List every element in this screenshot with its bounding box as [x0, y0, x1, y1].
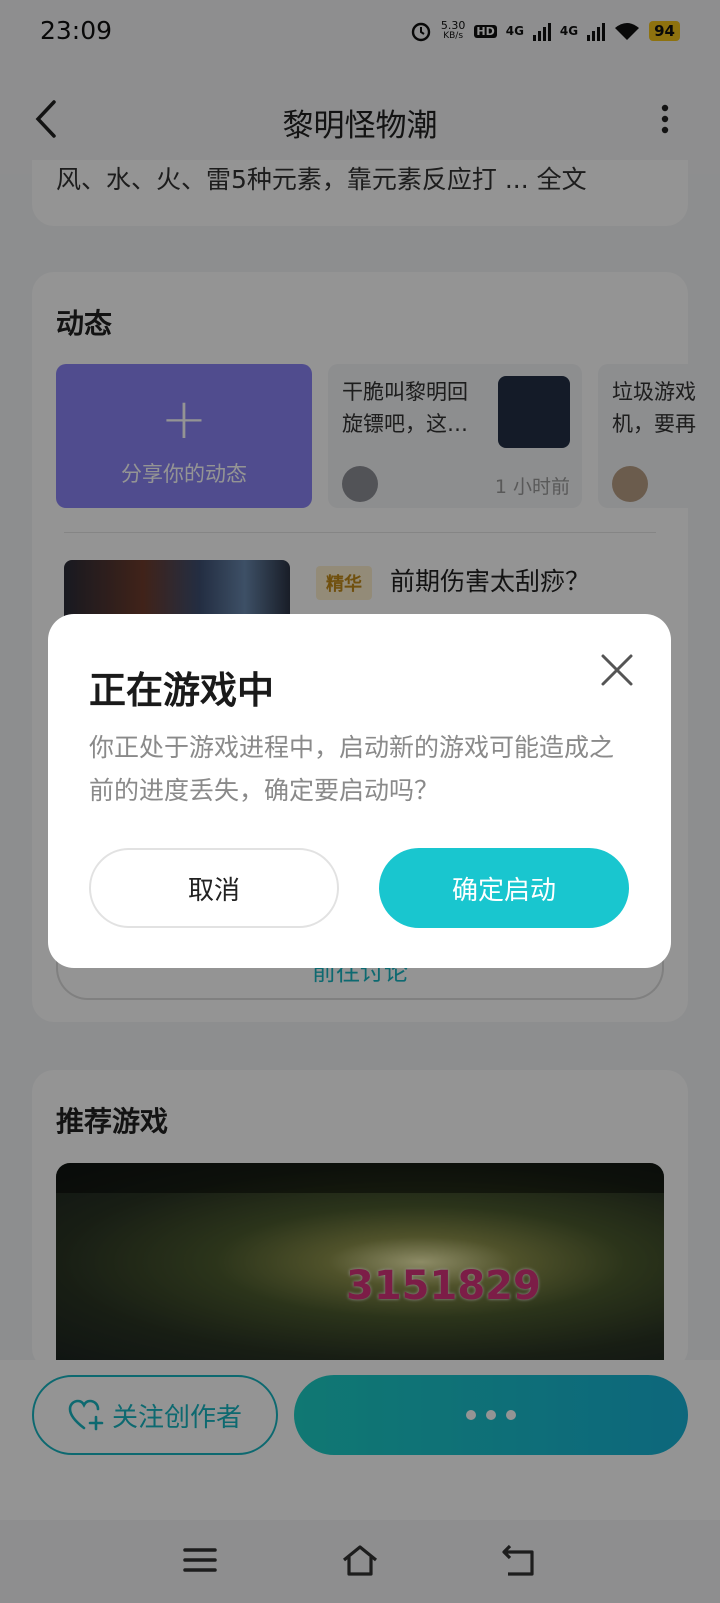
confirm-launch-button[interactable]: 确定启动: [379, 848, 629, 928]
cancel-button[interactable]: 取消: [89, 848, 339, 928]
dialog-title: 正在游戏中: [89, 669, 274, 712]
close-icon[interactable]: [599, 652, 635, 688]
dialog-message: 你正处于游戏进程中，启动新的游戏可能造成之前的进度丢失，确定要启动吗？: [89, 733, 615, 805]
in-game-dialog: 正在游戏中 你正处于游戏进程中，启动新的游戏可能造成之前的进度丢失，确定要启动吗…: [48, 614, 671, 968]
